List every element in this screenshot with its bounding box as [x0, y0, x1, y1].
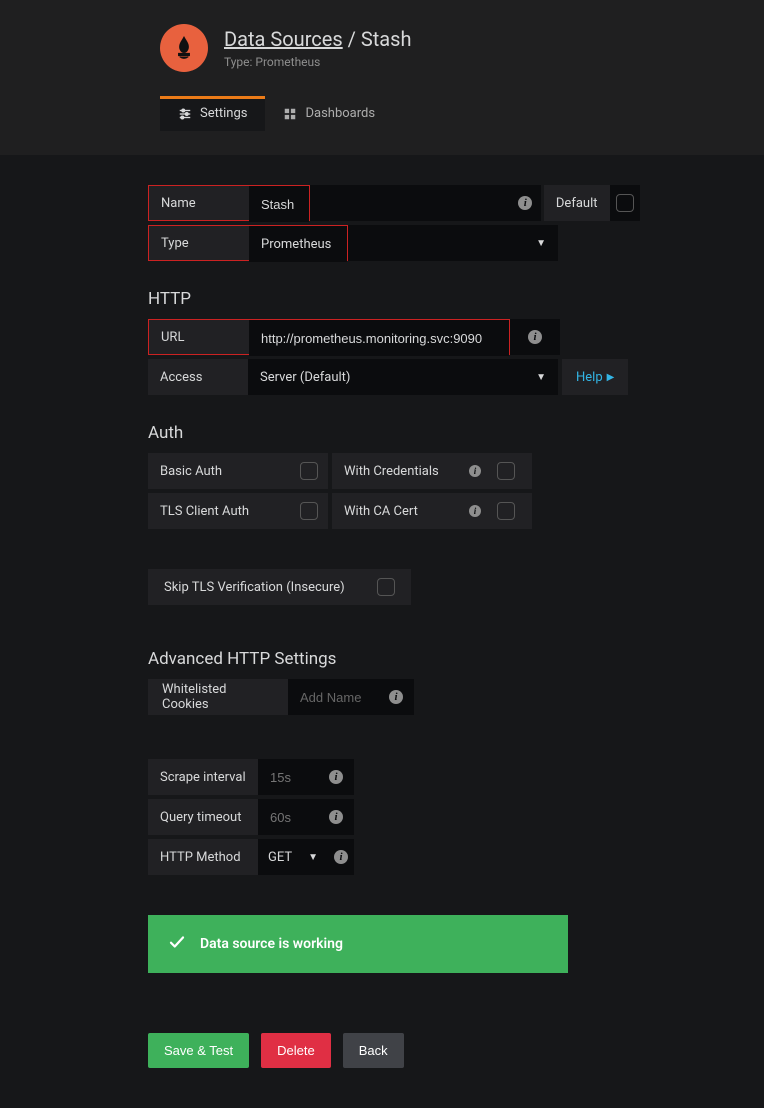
access-select[interactable]: Server (Default) ▼ — [248, 359, 558, 395]
breadcrumb-subtitle: Type: Prometheus — [224, 55, 412, 69]
success-alert: Data source is working — [148, 915, 568, 973]
http-section-title: HTTP — [148, 289, 640, 309]
name-input-ext[interactable] — [310, 185, 510, 221]
with-credentials-label: With Credentials — [332, 464, 462, 479]
http-method-info-icon[interactable]: i — [328, 839, 354, 875]
access-label: Access — [148, 359, 248, 395]
chevron-down-icon: ▼ — [536, 372, 546, 383]
skip-tls-checkbox[interactable] — [361, 569, 411, 605]
url-input[interactable] — [249, 320, 509, 356]
breadcrumb: Data Sources / Stash — [224, 27, 412, 51]
http-method-label: HTTP Method — [148, 839, 258, 875]
scrape-interval-info-icon[interactable]: i — [318, 759, 354, 795]
delete-button[interactable]: Delete — [261, 1033, 331, 1068]
name-info-icon[interactable]: i — [510, 185, 541, 221]
auth-section-title: Auth — [148, 423, 640, 443]
type-select-left[interactable]: Prometheus — [249, 226, 347, 262]
save-test-button[interactable]: Save & Test — [148, 1033, 249, 1068]
whitelisted-cookies-label: Whitelisted Cookies — [148, 679, 288, 715]
scrape-interval-label: Scrape interval — [148, 759, 258, 795]
name-input[interactable] — [249, 186, 309, 222]
basic-auth-label: Basic Auth — [148, 464, 278, 479]
url-label: URL — [149, 320, 249, 354]
with-ca-cert-label: With CA Cert — [332, 504, 462, 519]
with-ca-cert-checkbox[interactable] — [488, 493, 524, 529]
advanced-section-title: Advanced HTTP Settings — [148, 649, 640, 669]
back-button[interactable]: Back — [343, 1033, 404, 1068]
skip-tls-label: Skip TLS Verification (Insecure) — [148, 569, 361, 605]
scrape-interval-input[interactable] — [258, 759, 318, 795]
whitelisted-cookies-info-icon[interactable]: i — [378, 679, 414, 715]
default-label: Default — [544, 185, 610, 221]
help-button[interactable]: Help ▶ — [562, 359, 628, 395]
breadcrumb-link-datasources[interactable]: Data Sources — [224, 27, 343, 51]
name-label: Name — [149, 186, 249, 220]
tab-dashboards[interactable]: Dashboards — [265, 96, 393, 131]
sliders-icon — [178, 107, 192, 121]
check-icon — [168, 933, 186, 955]
query-timeout-info-icon[interactable]: i — [318, 799, 354, 835]
type-select[interactable]: ▼ — [348, 225, 558, 261]
tab-dashboards-label: Dashboards — [305, 106, 375, 121]
breadcrumb-current: Stash — [361, 27, 412, 51]
default-checkbox[interactable] — [610, 185, 641, 221]
apps-icon — [283, 107, 297, 121]
query-timeout-input[interactable] — [258, 799, 318, 835]
with-credentials-info-icon[interactable]: i — [462, 465, 488, 477]
chevron-down-icon: ▼ — [308, 852, 318, 863]
http-method-select[interactable]: GET ▼ — [258, 839, 328, 875]
tls-client-auth-label: TLS Client Auth — [148, 504, 278, 519]
url-info-icon[interactable]: i — [510, 319, 560, 355]
query-timeout-label: Query timeout — [148, 799, 258, 835]
chevron-right-icon: ▶ — [607, 372, 615, 383]
alert-message: Data source is working — [200, 936, 343, 952]
whitelisted-cookies-input[interactable] — [288, 679, 378, 715]
tab-settings[interactable]: Settings — [160, 96, 265, 131]
prometheus-icon — [160, 24, 208, 72]
tls-client-auth-checkbox[interactable] — [278, 493, 328, 529]
with-ca-cert-info-icon[interactable]: i — [462, 505, 488, 517]
chevron-down-icon: ▼ — [536, 238, 546, 249]
basic-auth-checkbox[interactable] — [278, 453, 328, 489]
with-credentials-checkbox[interactable] — [488, 453, 524, 489]
tab-settings-label: Settings — [200, 106, 247, 121]
type-label: Type — [149, 226, 249, 260]
